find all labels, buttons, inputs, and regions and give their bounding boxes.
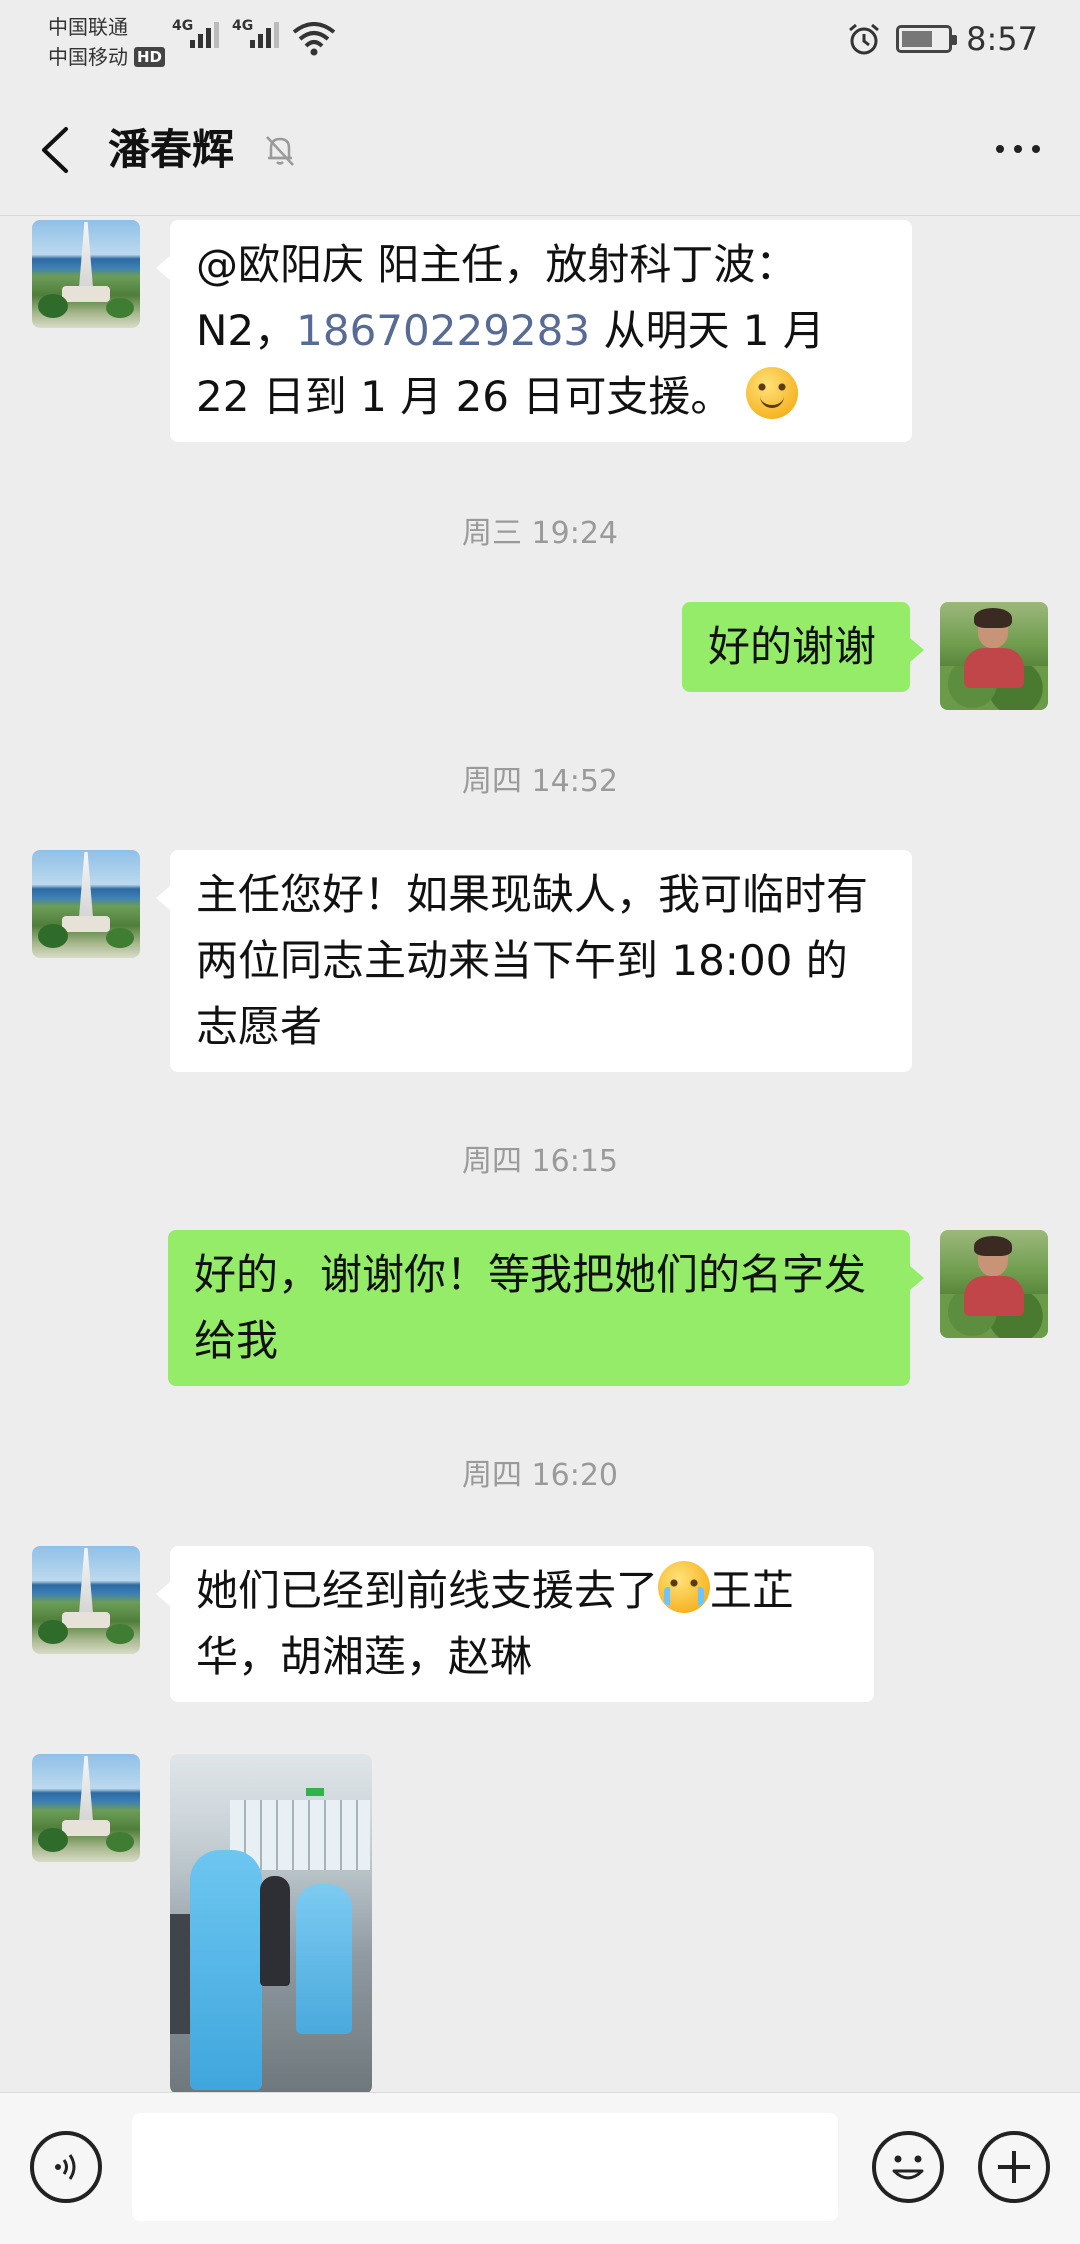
message-input[interactable] [132,2113,838,2221]
user-avatar[interactable] [940,1230,1048,1338]
signal-icon: 4G [232,18,279,48]
battery-icon [896,25,958,53]
voice-button[interactable] [30,2131,102,2203]
user-avatar[interactable] [940,602,1048,710]
clock: 8:57 [966,20,1038,58]
message-timestamp: 周四 14:52 [462,764,618,799]
more-options-button[interactable] [996,134,1040,164]
carrier-1: 中国联通 [48,15,128,39]
carrier-info: 中国联通 中国移动 HD [48,12,166,72]
signal-icon: 4G [172,18,219,48]
message-list[interactable]: @欧阳庆 阳主任，放射科丁波：N2，18670229283 从明天 1 月 22… [0,216,1080,2092]
plus-button[interactable] [978,2131,1050,2203]
chat-title: 潘春辉 [108,125,235,174]
emoji-button[interactable] [872,2131,944,2203]
contact-avatar[interactable] [32,1754,140,1862]
status-bar: 中国联通 中国移动 HD 4G 4G 8:57 [0,0,1080,84]
message-timestamp: 周四 16:15 [462,1144,618,1179]
phone-number-link[interactable]: 18670229283 [296,306,590,355]
emoji-icon [892,2155,924,2180]
smile-emoji-icon [745,367,798,419]
message-bubble-received[interactable]: 主任您好！如果现缺人，我可临时有两位同志主动来当下午到 18:00 的志愿者 [156,850,912,1072]
bell-off-icon [266,136,294,166]
chat-screen: 中国联通 中国移动 HD 4G 4G 8:57 潘春辉 @欧阳庆 阳主任，放射科… [0,0,1080,2244]
plus-icon [998,2151,1030,2183]
message-timestamp: 周四 16:20 [462,1458,618,1493]
contact-avatar[interactable] [32,850,140,958]
message-bubble-received[interactable]: @欧阳庆 阳主任，放射科丁波：N2，18670229283 从明天 1 月 22… [156,220,912,442]
message-timestamp: 周三 19:24 [462,516,618,551]
photo-message-icon[interactable] [170,1754,372,2092]
input-bar [0,2092,1080,2244]
back-button[interactable] [30,120,80,180]
message-bubble-sent[interactable]: 好的谢谢 [682,602,924,692]
back-arrow-icon [42,127,68,173]
contact-avatar[interactable] [32,1546,140,1654]
carrier-2: 中国移动 [48,45,128,69]
crying-emoji-icon [658,1561,711,1613]
contact-avatar[interactable] [32,220,140,328]
wifi-icon [292,22,336,56]
hd-badge: HD [134,47,166,67]
message-bubble-sent[interactable]: 好的，谢谢你！等我把她们的名字发给我 [168,1230,924,1386]
voice-icon [55,2154,76,2180]
chat-header: 潘春辉 [0,84,1080,216]
more-dots-icon [996,145,1004,153]
message-bubble-received[interactable]: 她们已经到前线支援去了 王芷华，胡湘莲，赵琳 [156,1546,874,1702]
alarm-icon [849,23,880,55]
